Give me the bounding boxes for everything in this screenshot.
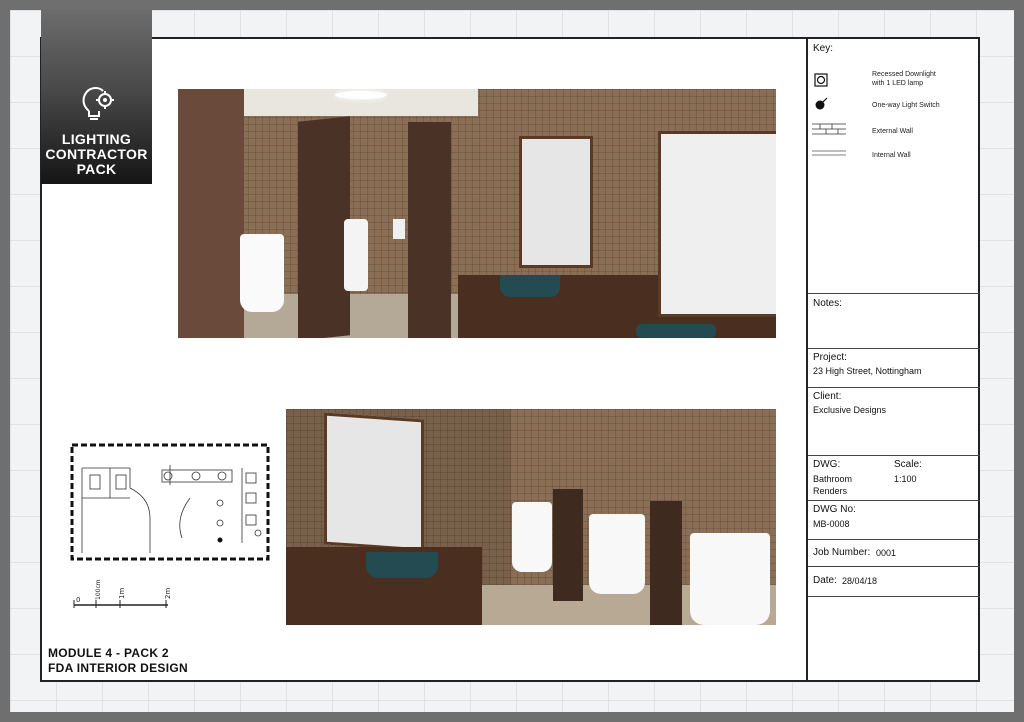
mirror: [324, 412, 424, 552]
key-item-internal-wall: Internal Wall: [872, 152, 911, 159]
floor-plan: [70, 443, 270, 561]
dwg-no-section: DWG No: MB-0008: [808, 501, 980, 540]
job-value: 0001: [876, 548, 897, 558]
scale-tick-label: 0: [76, 596, 80, 604]
key-item-external-wall: External Wall: [872, 128, 913, 135]
external-wall-icon: [812, 123, 846, 135]
scale-tick-label: 1m: [118, 588, 126, 599]
downlight-icon: [814, 73, 828, 87]
lighting-contractor-badge: LIGHTING CONTRACTOR PACK: [41, 9, 152, 184]
cubicle-panel: [178, 89, 244, 338]
dwg-no-value: MB-0008: [813, 519, 850, 529]
dwg-label: DWG:: [813, 459, 841, 470]
render-urinals: [286, 409, 776, 625]
scale-tick-label: 100cm: [95, 579, 102, 600]
key-title: Key:: [813, 43, 834, 54]
notes-section: Notes:: [808, 294, 980, 349]
urinal-divider: [553, 489, 583, 601]
scale-tick-label: 2m: [164, 588, 172, 599]
urinal: [512, 502, 552, 572]
scale-value: 1:100: [894, 474, 917, 484]
dwg-value-line-1: Bathroom: [813, 474, 853, 484]
basin: [500, 275, 560, 297]
key-item-switch: One-way Light Switch: [872, 102, 940, 109]
project-section: Project: 23 High Street, Nottingham: [808, 349, 980, 388]
key-section: Key: Recessed Downlight with 1 LED lamp …: [808, 39, 980, 294]
date-section: Date: 28/04/18: [808, 567, 980, 597]
basin: [636, 324, 716, 338]
basin: [366, 552, 438, 578]
dwg-no-label: DWG No:: [813, 504, 856, 515]
mirror: [519, 136, 593, 268]
internal-wall-icon: [812, 150, 846, 156]
project-label: Project:: [813, 352, 847, 363]
mirror: [658, 131, 776, 317]
date-label: Date:: [813, 575, 837, 586]
scale-bar: 0 100cm 1m 2m: [73, 579, 172, 608]
title-block: Key: Recessed Downlight with 1 LED lamp …: [806, 39, 980, 680]
urinal: [690, 533, 770, 625]
downlight: [335, 91, 387, 99]
render-toilets: [178, 89, 776, 338]
badge-line-3: PACK: [76, 161, 117, 177]
toilet: [240, 234, 284, 312]
module-title: MODULE 4 - PACK 2 FDA INTERIOR DESIGN: [48, 646, 188, 676]
dwg-value-line-2: Renders: [813, 486, 848, 496]
toilet: [344, 219, 368, 291]
soap-dispenser: [393, 219, 405, 239]
light-switch-icon: [815, 97, 828, 110]
key-item-downlight: Recessed Downlight with 1 LED lamp: [872, 71, 936, 87]
module-line-2: FDA INTERIOR DESIGN: [48, 661, 188, 675]
badge-line-1: LIGHTING: [61, 131, 132, 147]
notes-label: Notes:: [813, 298, 842, 309]
client-label: Client:: [813, 391, 842, 402]
project-value: 23 High Street, Nottingham: [813, 366, 922, 376]
job-section: Job Number: 0001: [808, 540, 980, 567]
urinal: [589, 514, 645, 594]
dwg-section: DWG: Bathroom Renders Scale: 1:100: [808, 456, 980, 501]
lightbulb-gear-icon: [82, 86, 114, 120]
module-line-1: MODULE 4 - PACK 2: [48, 646, 169, 660]
badge-line-2: CONTRACTOR: [45, 146, 148, 162]
cubicle-door: [408, 122, 451, 338]
scale-label: Scale:: [894, 459, 922, 470]
date-value: 28/04/18: [842, 576, 878, 586]
job-label: Job Number:: [813, 547, 871, 558]
cubicle-door: [298, 116, 350, 338]
client-value: Exclusive Designs: [813, 405, 887, 415]
client-section: Client: Exclusive Designs: [808, 388, 980, 456]
urinal-divider: [650, 501, 682, 625]
